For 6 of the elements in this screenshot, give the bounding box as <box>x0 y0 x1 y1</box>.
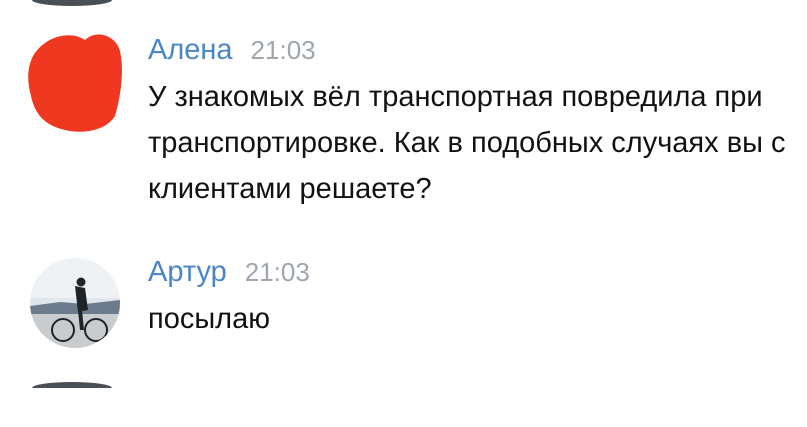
message-text: посылаю <box>148 302 271 337</box>
message-time: 21:03 <box>244 257 310 288</box>
author-name[interactable]: Артур <box>148 256 227 289</box>
message-time: 21:03 <box>250 35 316 66</box>
author-name[interactable]: Алена <box>148 34 233 67</box>
message-text: У знакомых вёл транспортная повредила при транспортировке. Как в подобных случаях вы с клиентами решаете? <box>148 80 787 207</box>
